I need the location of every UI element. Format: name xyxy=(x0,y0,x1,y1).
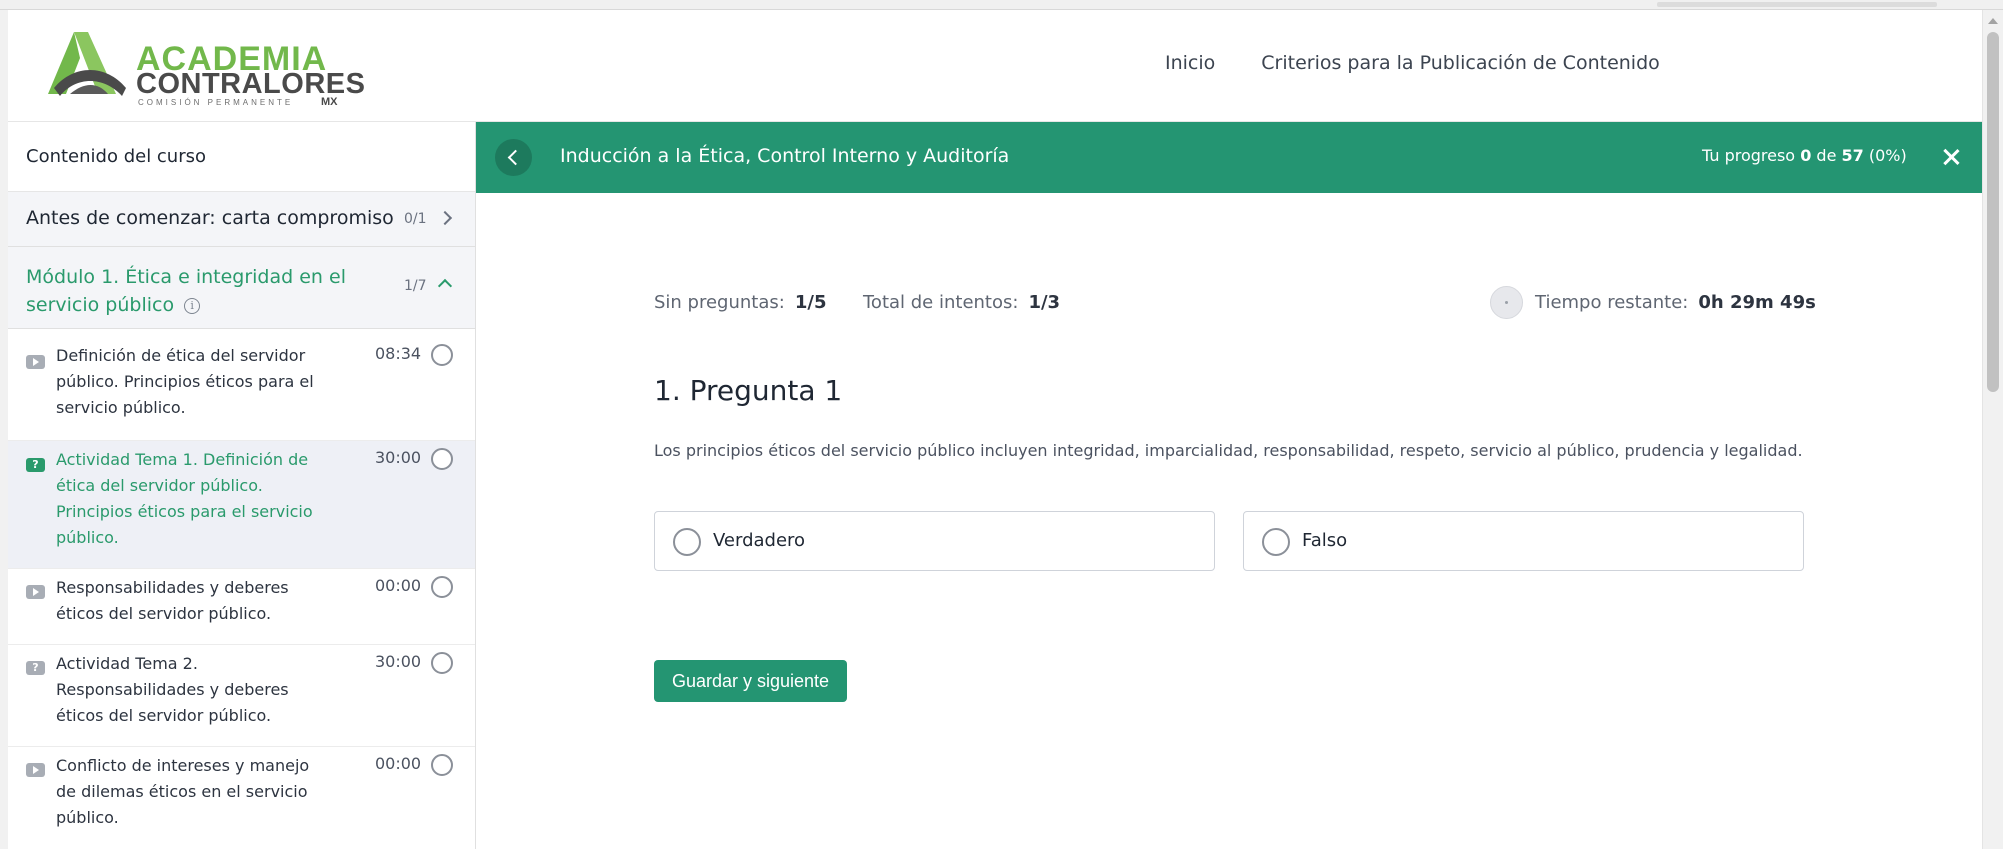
lesson-duration: 30:00 xyxy=(375,448,422,467)
lesson-complete-checkbox[interactable] xyxy=(431,652,453,674)
progress-prefix: Tu progreso xyxy=(1702,146,1796,165)
section-title: Módulo 1. Ética e integridad en el servi… xyxy=(26,263,346,319)
lesson-duration: 00:00 xyxy=(375,576,422,595)
logo-text-contralores: CONTRALORES xyxy=(136,68,366,100)
lesson-complete-checkbox[interactable] xyxy=(431,344,453,366)
browser-top-strip xyxy=(0,0,2003,10)
save-and-next-button[interactable]: Guardar y siguiente xyxy=(654,660,847,702)
timer-icon xyxy=(1490,286,1523,319)
page-scrollbar[interactable] xyxy=(1982,10,2003,849)
app-window: ACADEMIA CONTRALORES COMISIÓN PERMANENTE… xyxy=(8,10,1982,849)
nav-link-criterios[interactable]: Criterios para la Publicación de Conteni… xyxy=(1261,52,1659,74)
section-modulo-1[interactable]: Módulo 1. Ética e integridad en el servi… xyxy=(8,247,475,329)
option-label: Falso xyxy=(1302,530,1348,551)
academia-contralores-logo[interactable]: ACADEMIA CONTRALORES COMISIÓN PERMANENTE… xyxy=(44,28,365,108)
chevron-up-icon xyxy=(437,278,453,294)
lesson-complete-checkbox[interactable] xyxy=(431,754,453,776)
lesson-title: Actividad Tema 2. Responsabilidades y de… xyxy=(56,654,289,725)
lesson-title: Conflicto de intereses y manejo de dilem… xyxy=(56,756,310,827)
logo-text-mx: MX xyxy=(321,96,338,108)
scroll-up-arrow-icon[interactable] xyxy=(1988,18,1998,24)
scrollbar-thumb[interactable] xyxy=(1987,32,1999,392)
course-banner: Inducción a la Ética, Control Interno y … xyxy=(476,122,1982,193)
logo-text-comision: COMISIÓN PERMANENTE xyxy=(138,98,294,107)
lesson-item[interactable]: Conflicto de intereses y manejo de dilem… xyxy=(8,747,475,849)
course-content-title: Contenido del curso xyxy=(8,122,475,192)
questions-value: 1/5 xyxy=(794,292,827,313)
option-label: Verdadero xyxy=(713,530,806,551)
course-sidebar: Contenido del curso Antes de comenzar: c… xyxy=(8,122,476,849)
radio-button[interactable] xyxy=(1262,528,1290,556)
lesson-duration: 30:00 xyxy=(375,652,422,671)
attempts-label: Total de intentos: xyxy=(863,292,1019,313)
lesson-duration: 08:34 xyxy=(375,344,422,363)
main-nav: Inicio Criterios para la Publicación de … xyxy=(1165,52,1660,74)
question-text: Los principios éticos del servicio públi… xyxy=(654,441,1803,460)
lesson-complete-checkbox[interactable] xyxy=(431,448,453,470)
info-icon[interactable]: i xyxy=(184,297,201,314)
back-button[interactable] xyxy=(495,139,532,176)
questions-stat: Sin preguntas: 1/5 xyxy=(654,292,826,313)
progress-of: de xyxy=(1816,146,1837,165)
logo-mark-icon xyxy=(48,32,126,96)
answer-option-falso[interactable]: Falso xyxy=(1243,511,1804,571)
time-value: 0h 29m 49s xyxy=(1698,292,1816,313)
lesson-item[interactable]: Definición de ética del servidor público… xyxy=(8,329,475,441)
section-title: Antes de comenzar: carta compromiso xyxy=(26,207,394,229)
course-title: Inducción a la Ética, Control Interno y … xyxy=(560,145,1010,167)
progress-text: Tu progreso 0 de 57 (0%) xyxy=(1702,146,1907,165)
questions-label: Sin preguntas: xyxy=(654,292,785,313)
lesson-duration: 00:00 xyxy=(375,754,422,773)
close-icon[interactable] xyxy=(1940,146,1962,168)
lesson-title: Definición de ética del servidor público… xyxy=(56,346,314,417)
chevron-right-icon xyxy=(437,210,453,226)
video-icon xyxy=(26,763,45,777)
section-count: 0/1 xyxy=(404,211,427,227)
radio-button[interactable] xyxy=(673,528,701,556)
time-remaining-stat: Tiempo restante: 0h 29m 49s xyxy=(1535,292,1816,313)
lesson-title: Actividad Tema 1. Definición de ética de… xyxy=(56,450,313,547)
lesson-item[interactable]: ? Actividad Tema 2. Responsabilidades y … xyxy=(8,645,475,747)
video-icon xyxy=(26,585,45,599)
quiz-icon: ? xyxy=(26,661,45,675)
browser-top-bar xyxy=(1657,2,1937,7)
video-icon xyxy=(26,355,45,369)
section-count: 1/7 xyxy=(404,278,427,294)
progress-percent: (0%) xyxy=(1868,146,1907,165)
progress-total: 57 xyxy=(1841,146,1864,165)
lesson-title: Responsabilidades y deberes éticos del s… xyxy=(56,578,289,623)
attempts-stat: Total de intentos: 1/3 xyxy=(863,292,1060,313)
quiz-icon: ? xyxy=(26,458,45,472)
progress-done: 0 xyxy=(1800,146,1812,165)
lesson-complete-checkbox[interactable] xyxy=(431,576,453,598)
section-antes-de-comenzar[interactable]: Antes de comenzar: carta compromiso 0/1 xyxy=(8,192,475,247)
question-title: 1. Pregunta 1 xyxy=(654,374,843,407)
lesson-item-active[interactable]: ? Actividad Tema 1. Definición de ética … xyxy=(8,441,475,569)
site-header: ACADEMIA CONTRALORES COMISIÓN PERMANENTE… xyxy=(8,10,1982,122)
nav-link-inicio[interactable]: Inicio xyxy=(1165,52,1215,74)
lesson-item[interactable]: Responsabilidades y deberes éticos del s… xyxy=(8,569,475,645)
time-label: Tiempo restante: xyxy=(1535,292,1689,313)
answer-option-verdadero[interactable]: Verdadero xyxy=(654,511,1215,571)
attempts-value: 1/3 xyxy=(1028,292,1061,313)
